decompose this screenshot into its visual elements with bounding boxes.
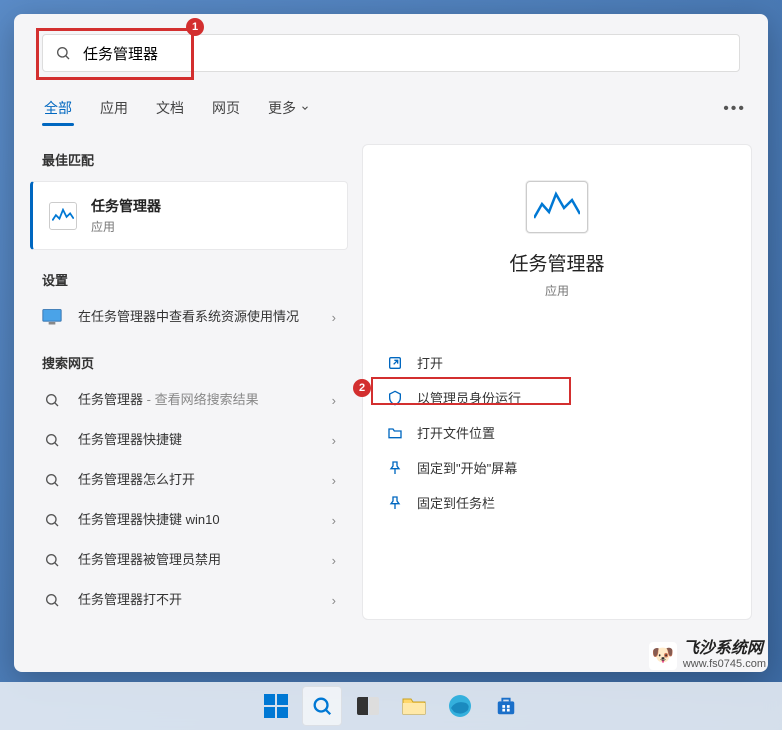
chevron-right-icon: › [332,553,336,568]
results-column: 最佳匹配 任务管理器 应用 设置 在任务管理器中查看系统资源使用情况 › 搜索网… [30,144,348,620]
search-web-label: 搜索网页 [30,347,348,380]
action-label: 打开 [417,353,443,372]
annotation-marker-1: 1 [186,18,204,36]
monitor-icon [42,307,62,327]
web-result[interactable]: 任务管理器 - 查看网络搜索结果 › [30,380,348,420]
search-box[interactable] [42,34,740,72]
tab-more[interactable]: 更多 [266,92,312,124]
web-result[interactable]: 任务管理器被管理员禁用 › [30,540,348,580]
pin-icon [387,460,403,476]
chevron-right-icon: › [332,433,336,448]
watermark-url: www.fs0745.com [683,659,766,670]
more-options-button[interactable]: ••• [717,94,752,124]
best-match-label: 最佳匹配 [30,144,348,177]
chevron-right-icon: › [332,310,336,325]
best-match-result[interactable]: 任务管理器 应用 [30,181,348,250]
web-result[interactable]: 任务管理器打不开 › [30,580,348,620]
watermark: 🐶 飞沙系统网 www.fs0745.com [641,637,774,674]
search-icon [42,390,62,410]
taskbar [0,682,782,730]
chevron-right-icon: › [332,593,336,608]
taskbar-search-button[interactable] [302,686,342,726]
search-icon [42,510,62,530]
web-result[interactable]: 任务管理器快捷键 win10 › [30,500,348,540]
tab-web[interactable]: 网页 [210,92,242,124]
start-search-panel: 1 全部 应用 文档 网页 更多 ••• 最佳匹配 任务管理器 应用 设置 [14,14,768,672]
tab-all[interactable]: 全部 [42,92,74,124]
preview-action[interactable]: 以管理员身份运行 [375,380,739,415]
web-result-text: 任务管理器 - 查看网络搜索结果 [78,391,332,409]
preview-actions: 打开以管理员身份运行打开文件位置固定到"开始"屏幕固定到任务栏 2 [363,345,751,520]
search-tabs: 全部 应用 文档 网页 更多 ••• [30,72,752,134]
web-result-text: 任务管理器快捷键 [78,431,332,449]
settings-result-text: 在任务管理器中查看系统资源使用情况 [78,308,332,326]
best-match-subtitle: 应用 [91,218,161,235]
action-label: 固定到"开始"屏幕 [417,458,517,477]
annotation-marker-2: 2 [353,379,371,397]
preview-action[interactable]: 固定到任务栏 [375,485,739,520]
edge-icon [448,694,472,718]
action-label: 打开文件位置 [417,423,495,442]
pin-icon [387,495,403,511]
open-icon [387,355,403,371]
chevron-right-icon: › [332,473,336,488]
folder-icon [387,425,403,441]
tab-documents[interactable]: 文档 [154,92,186,124]
web-result-text: 任务管理器快捷键 win10 [78,511,332,529]
action-label: 以管理员身份运行 [417,388,521,407]
store-icon [495,695,517,717]
web-result-text: 任务管理器打不开 [78,591,332,609]
start-button[interactable] [256,686,296,726]
preview-subtitle: 应用 [363,282,751,299]
chevron-right-icon: › [332,393,336,408]
task-view-button[interactable] [348,686,388,726]
folder-icon [402,696,426,716]
search-icon [42,590,62,610]
windows-logo-icon [264,694,288,718]
settings-result[interactable]: 在任务管理器中查看系统资源使用情况 › [30,297,348,337]
store-button[interactable] [486,686,526,726]
search-icon [42,550,62,570]
action-label: 固定到任务栏 [417,493,495,512]
settings-label: 设置 [30,264,348,297]
preview-action[interactable]: 打开 [375,345,739,380]
edge-button[interactable] [440,686,480,726]
tab-apps[interactable]: 应用 [98,92,130,124]
preview-title: 任务管理器 [363,249,751,276]
preview-app-icon [526,181,588,233]
file-explorer-button[interactable] [394,686,434,726]
search-icon [311,695,333,717]
preview-action[interactable]: 打开文件位置 [375,415,739,450]
watermark-logo: 🐶 [649,642,677,670]
web-result-text: 任务管理器怎么打开 [78,471,332,489]
task-view-icon [357,697,379,715]
watermark-title: 飞沙系统网 [683,641,766,657]
shield-icon [387,390,403,406]
preview-action[interactable]: 固定到"开始"屏幕 [375,450,739,485]
web-result-text: 任务管理器被管理员禁用 [78,551,332,569]
preview-pane: 任务管理器 应用 打开以管理员身份运行打开文件位置固定到"开始"屏幕固定到任务栏… [362,144,752,620]
task-manager-icon [49,202,77,230]
search-icon [42,430,62,450]
chevron-down-icon [300,103,310,113]
search-icon [55,45,71,61]
web-result[interactable]: 任务管理器快捷键 › [30,420,348,460]
search-input[interactable] [83,45,727,62]
best-match-title: 任务管理器 [91,196,161,216]
web-result[interactable]: 任务管理器怎么打开 › [30,460,348,500]
chevron-right-icon: › [332,513,336,528]
search-icon [42,470,62,490]
